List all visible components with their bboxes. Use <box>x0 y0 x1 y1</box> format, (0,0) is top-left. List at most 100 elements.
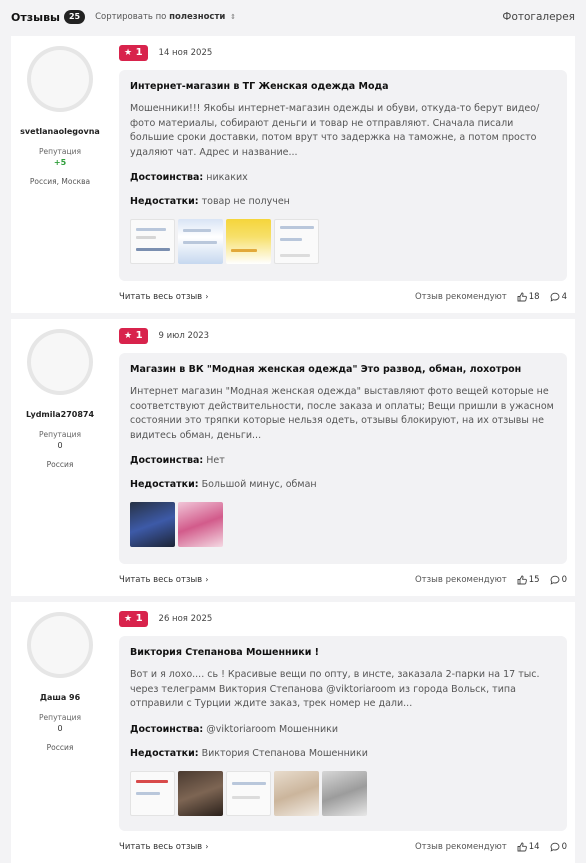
review-body[interactable]: Виктория Степанова Мошенники ! Вот и я л… <box>119 636 567 831</box>
review-title[interactable]: Магазин в ВК "Модная женская одежда" Это… <box>130 363 556 376</box>
reputation-value: 0 <box>57 441 63 450</box>
author-panel: svetlanaolegovna Репутация +5 Россия, Мо… <box>11 36 109 186</box>
photo-thumbnails <box>130 502 556 547</box>
author-name[interactable]: svetlanaolegovna <box>11 126 109 137</box>
author-location: Россия <box>46 743 74 752</box>
sort-prefix: Сортировать по <box>95 12 167 22</box>
review-body[interactable]: Интернет-магазин в ТГ Женская одежда Мод… <box>119 70 567 281</box>
avatar[interactable] <box>27 46 93 112</box>
star-icon: ★ <box>124 331 133 341</box>
comment-icon <box>550 842 560 852</box>
rating-badge: ★ 1 <box>119 328 148 344</box>
comment-count: 4 <box>561 292 567 302</box>
photo-thumbnail[interactable] <box>226 219 271 264</box>
chevron-right-icon: › <box>205 292 209 301</box>
star-icon: ★ <box>124 48 133 58</box>
review-pros: Достоинства: Нет <box>130 454 556 467</box>
rating-value: 1 <box>135 613 143 624</box>
photo-thumbnail[interactable] <box>130 502 175 547</box>
cons-value: Виктория Степанова Мошенники <box>201 747 368 759</box>
cons-label: Недостатки: <box>130 747 199 759</box>
comment-count: 0 <box>561 842 567 852</box>
author-panel: Lydmila270874 Репутация 0 Россия <box>11 319 109 469</box>
reputation-label: Репутация <box>39 713 81 722</box>
review-text: Вот и я лохо.... сь ! Красивые вещи по о… <box>130 669 540 709</box>
photo-thumbnail[interactable] <box>274 770 319 816</box>
photo-thumbnail[interactable] <box>226 770 271 816</box>
photo-gallery-link[interactable]: Фотогалерея <box>502 11 575 23</box>
read-all-label: Читать весь отзыв <box>119 575 203 585</box>
avatar[interactable] <box>27 612 93 678</box>
review-text: Интернет магазин "Модная женская одежда"… <box>130 386 554 441</box>
comments-button[interactable]: 0 <box>550 575 567 585</box>
chevron-right-icon: › <box>205 575 209 584</box>
photo-thumbnail[interactable] <box>178 770 223 816</box>
photo-thumbnail[interactable] <box>178 219 223 264</box>
author-name[interactable]: Даша 96 <box>11 692 109 703</box>
review-cons: Недостатки: Виктория Степанова Мошенники <box>130 747 556 760</box>
pros-value: Нет <box>206 455 225 466</box>
photo-thumbnail[interactable] <box>274 219 319 264</box>
photo-thumbnails <box>130 219 556 264</box>
review-title[interactable]: Интернет-магазин в ТГ Женская одежда Мод… <box>130 80 556 93</box>
review-card: Даша 96 Репутация 0 Россия ★ 1 26 ноя 20… <box>11 602 575 863</box>
recommend-label: Отзыв рекомендуют <box>414 575 507 585</box>
author-name[interactable]: Lydmila270874 <box>11 409 109 420</box>
review-cons: Недостатки: товар не получен <box>130 195 556 208</box>
review-title[interactable]: Виктория Степанова Мошенники ! <box>130 646 556 659</box>
like-button[interactable]: 18 <box>517 292 540 302</box>
comment-icon <box>550 292 560 302</box>
rating-badge: ★ 1 <box>119 611 148 627</box>
reviews-title: Отзывы <box>11 10 60 24</box>
rating-badge: ★ 1 <box>119 45 148 61</box>
read-all-label: Читать весь отзыв <box>119 842 203 852</box>
thumbs-up-icon <box>517 292 527 302</box>
sort-value[interactable]: полезности <box>169 12 225 22</box>
like-button[interactable]: 15 <box>517 575 540 585</box>
review-pros: Достоинства: никаких <box>130 171 556 184</box>
author-location: Россия, Москва <box>29 177 91 186</box>
review-date: 26 ноя 2025 <box>158 614 213 624</box>
chevron-right-icon: › <box>205 842 209 851</box>
comments-button[interactable]: 0 <box>550 842 567 852</box>
reputation-value: 0 <box>57 724 63 733</box>
reputation-label: Репутация <box>39 147 81 156</box>
read-full-review-link[interactable]: Читать весь отзыв › <box>119 842 208 852</box>
read-full-review-link[interactable]: Читать весь отзыв › <box>119 292 208 302</box>
cons-value: Большой минус, обман <box>201 479 317 490</box>
review-date: 9 июл 2023 <box>158 331 210 341</box>
like-count: 18 <box>528 292 540 302</box>
photo-thumbnails <box>130 770 556 816</box>
rating-value: 1 <box>135 330 143 341</box>
author-panel: Даша 96 Репутация 0 Россия <box>11 602 109 752</box>
pros-value: никаких <box>206 172 248 183</box>
reviews-header: Отзывы 25 Сортировать по полезности ⇕ Фо… <box>0 0 586 34</box>
review-body[interactable]: Магазин в ВК "Модная женская одежда" Это… <box>119 353 567 564</box>
photo-thumbnail[interactable] <box>130 219 175 264</box>
read-all-label: Читать весь отзыв <box>119 292 203 302</box>
avatar[interactable] <box>27 329 93 395</box>
sort-arrow-icon[interactable]: ⇕ <box>230 13 236 21</box>
comments-button[interactable]: 4 <box>550 292 567 302</box>
cons-label: Недостатки: <box>130 479 199 490</box>
pros-label: Достоинства: <box>130 172 204 183</box>
recommend-label: Отзыв рекомендуют <box>414 842 507 852</box>
cons-label: Недостатки: <box>130 196 199 207</box>
like-count: 14 <box>528 842 540 852</box>
thumbs-up-icon <box>517 575 527 585</box>
like-button[interactable]: 14 <box>517 842 540 852</box>
review-text: Мошенники!!! Якобы интернет-магазин одеж… <box>130 103 540 158</box>
like-count: 15 <box>528 575 540 585</box>
author-location: Россия <box>46 460 74 469</box>
read-full-review-link[interactable]: Читать весь отзыв › <box>119 575 208 585</box>
cons-value: товар не получен <box>201 196 290 207</box>
sort-control[interactable]: Сортировать по полезности ⇕ <box>95 12 236 22</box>
photo-thumbnail[interactable] <box>130 770 175 816</box>
photo-thumbnail[interactable] <box>178 502 223 547</box>
comment-icon <box>550 575 560 585</box>
comment-count: 0 <box>561 575 567 585</box>
thumbs-up-icon <box>517 842 527 852</box>
recommend-label: Отзыв рекомендуют <box>414 292 507 302</box>
reputation-value: +5 <box>53 158 67 167</box>
photo-thumbnail[interactable] <box>322 770 367 816</box>
